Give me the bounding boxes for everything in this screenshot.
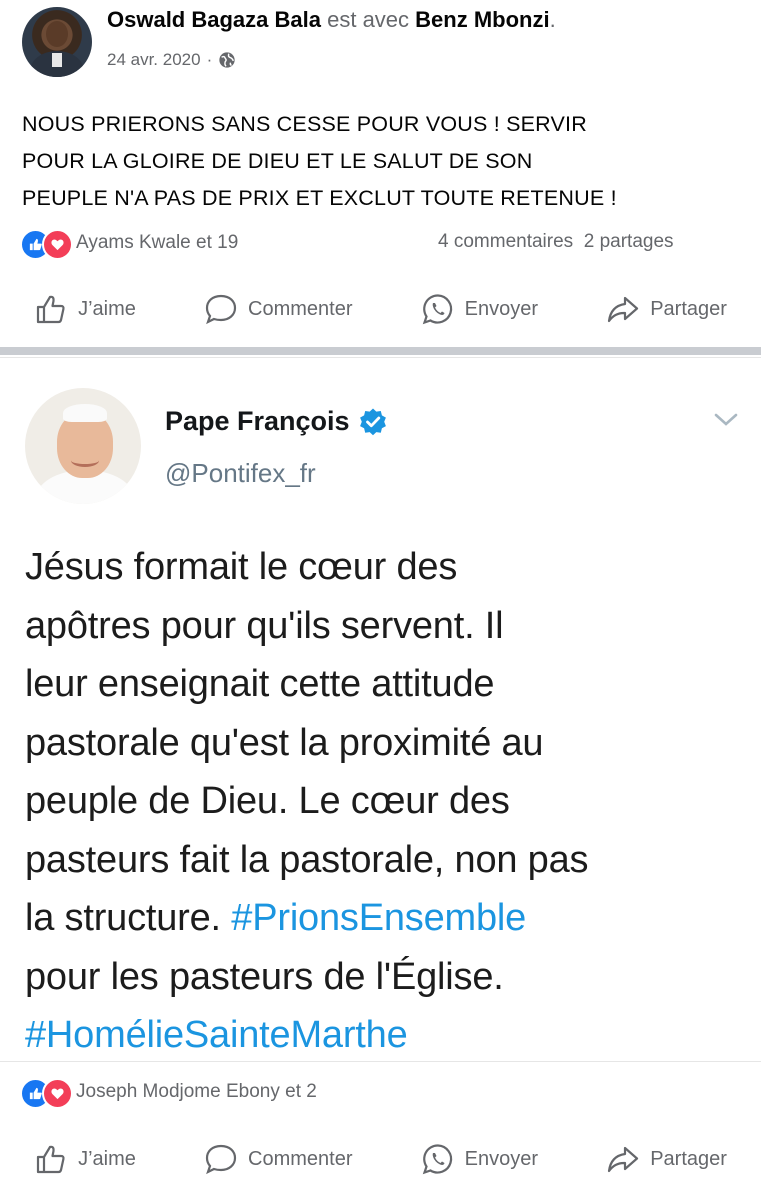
tweet-line: leur enseignait cette attitude: [25, 663, 495, 705]
share-button[interactable]: Partager: [606, 292, 727, 326]
tweet-line: peuple de Dieu. Le cœur des: [25, 780, 510, 822]
comment-label: Commenter: [248, 1147, 353, 1170]
thumbs-up-icon: [36, 1145, 65, 1174]
send-label: Envoyer: [464, 1147, 539, 1170]
thumbs-up-icon: [36, 295, 65, 324]
comment-button[interactable]: Commenter: [204, 292, 353, 326]
engagement-counts: 4 commentaires 2 partages: [438, 231, 674, 253]
post-text-line: POUR LA GLOIRE DE DIEU ET LE SALUT DE SO…: [22, 149, 533, 173]
tweet-author-name: Pape François: [165, 406, 350, 436]
whatsapp-icon: [422, 1144, 452, 1175]
comment-bubble-icon: [205, 294, 237, 325]
love-reaction-icon: [42, 229, 73, 260]
love-reaction-icon: [42, 1078, 73, 1109]
like-label: J’aime: [78, 1147, 136, 1170]
post-text-line: NOUS PRIERONS SANS CESSE POUR VOUS ! SER…: [22, 112, 587, 136]
post-action-bar-2: J’aime Commenter Envoyer Partager: [0, 1134, 761, 1184]
meta-dot: ·: [206, 50, 213, 69]
post-date[interactable]: 24 avr. 2020: [107, 50, 201, 70]
send-button[interactable]: Envoyer: [421, 1142, 538, 1176]
reactions-summary[interactable]: Ayams Kwale et 19: [20, 228, 239, 260]
post-header: Oswald Bagaza Bala est avec Benz Mbonzi.: [107, 7, 556, 33]
share-arrow-icon: [608, 1146, 639, 1173]
hashtag-homelie: #HomélieSainteMarthe: [25, 1014, 408, 1056]
author-avatar[interactable]: [22, 7, 92, 77]
whatsapp-icon: [422, 294, 452, 325]
tweet-image[interactable]: Pape François @Pontifex_fr Jésus formait…: [0, 357, 761, 1062]
tweet-author: Pape François: [165, 406, 388, 437]
reactions-text: Ayams Kwale et 19: [76, 232, 239, 253]
tweet-text: Jésus formait le cœur des apôtres pour q…: [25, 538, 745, 1065]
tagged-name[interactable]: Benz Mbonzi: [415, 7, 549, 32]
share-arrow-icon: [608, 296, 639, 323]
like-button[interactable]: J’aime: [34, 292, 136, 326]
post-text: NOUS PRIERONS SANS CESSE POUR VOUS ! SER…: [22, 106, 747, 217]
reactions-text-2: Joseph Modjome Ebony et 2: [76, 1081, 317, 1102]
pope-avatar: [25, 388, 141, 504]
author-name[interactable]: Oswald Bagaza Bala: [107, 7, 321, 32]
comments-count[interactable]: 4 commentaires: [438, 231, 573, 252]
comment-bubble-icon: [205, 1144, 237, 1175]
tweet-line-text: la structure.: [25, 897, 232, 939]
send-label: Envoyer: [464, 297, 539, 320]
share-label: Partager: [650, 297, 727, 320]
share-button[interactable]: Partager: [606, 1142, 727, 1176]
tweet-line: pasteurs fait la pastorale, non pas: [25, 838, 589, 881]
like-button[interactable]: J’aime: [34, 1142, 136, 1176]
tweet-line: pour les pasteurs de l'Église.: [25, 955, 504, 998]
reactions-summary-2[interactable]: Joseph Modjome Ebony et 2: [20, 1077, 317, 1109]
chevron-down-icon: [714, 413, 738, 426]
send-button[interactable]: Envoyer: [421, 292, 538, 326]
tweet-line: pastorale qu'est la proximité au: [25, 721, 544, 764]
comment-button[interactable]: Commenter: [204, 1142, 353, 1176]
tweet-handle: @Pontifex_fr: [165, 458, 316, 488]
post-action-bar: J’aime Commenter Envoyer Partager: [0, 284, 761, 334]
globe-icon: [219, 52, 235, 68]
header-period: .: [549, 7, 556, 32]
shares-count[interactable]: 2 partages: [584, 231, 674, 252]
tweet-line: apôtres pour qu'ils servent. Il: [25, 604, 504, 647]
tweet-line: la structure. #PrionsEnsemble: [25, 889, 745, 948]
post-divider: [0, 347, 761, 355]
verified-badge-icon: [359, 408, 386, 435]
tweet-line: Jésus formait le cœur des: [25, 546, 458, 588]
share-label: Partager: [650, 1147, 727, 1170]
like-label: J’aime: [78, 297, 136, 320]
with-text: est avec: [327, 7, 410, 32]
post-text-line: PEUPLE N'A PAS DE PRIX ET EXCLUT TOUTE R…: [22, 186, 617, 210]
post-meta: 24 avr. 2020 ·: [107, 50, 236, 70]
hashtag-prions-ensemble: #PrionsEnsemble: [231, 897, 527, 939]
comment-label: Commenter: [248, 297, 353, 320]
